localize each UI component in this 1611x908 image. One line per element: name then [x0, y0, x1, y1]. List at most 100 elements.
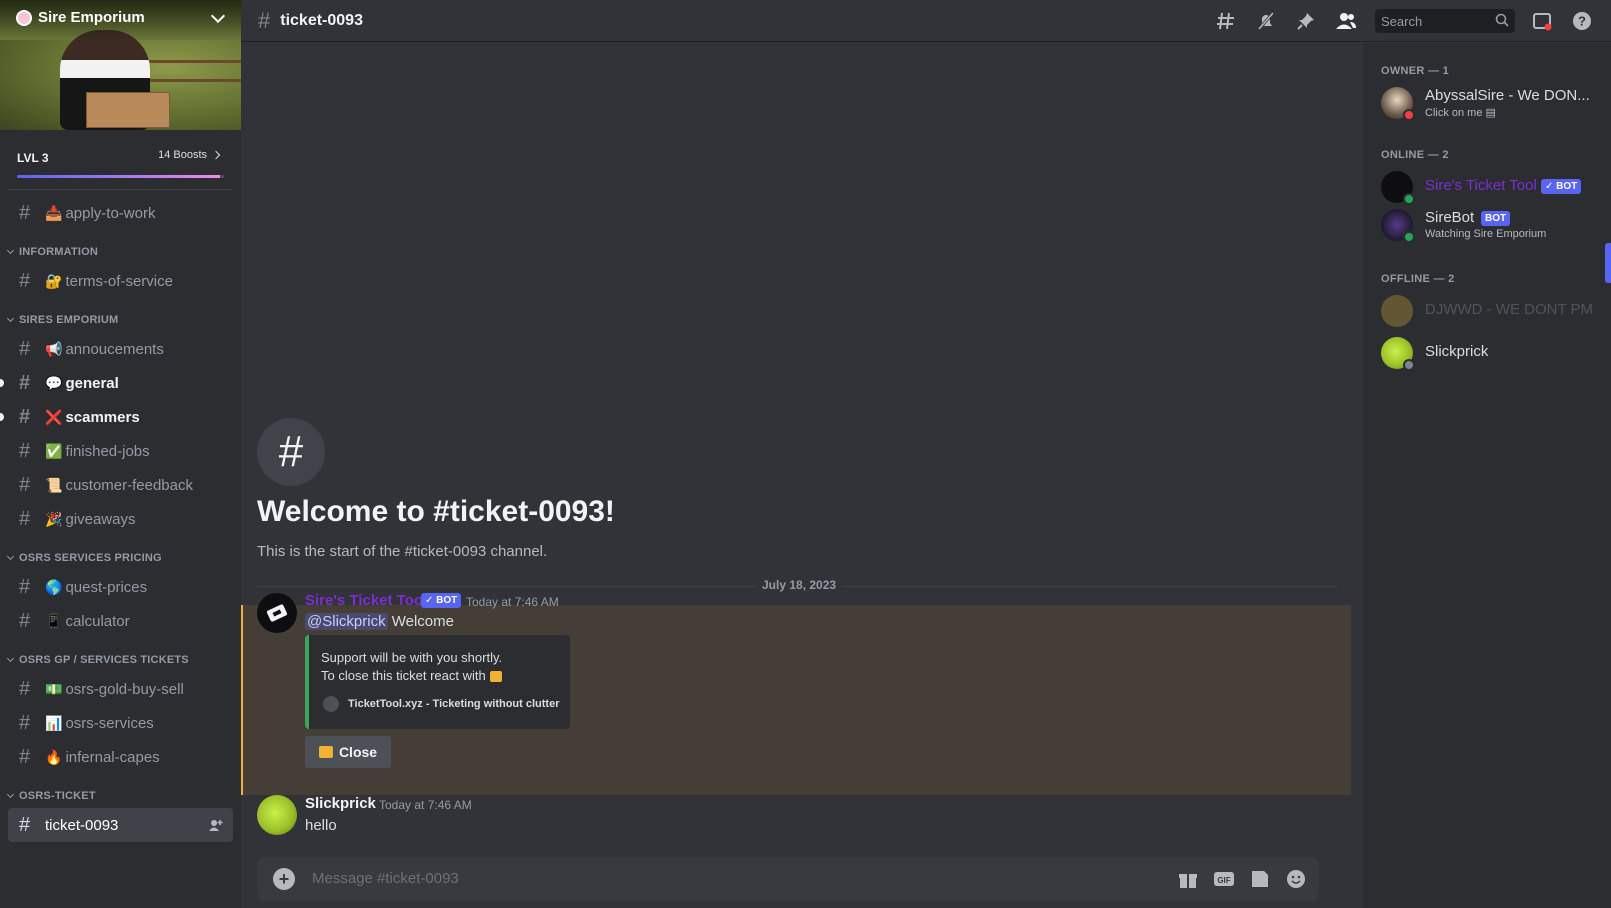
emoji-icon[interactable]	[1285, 868, 1307, 890]
banner-box	[86, 92, 170, 128]
category-header[interactable]: OSRS SERVICES PRICING	[0, 546, 241, 570]
user-mention[interactable]: @Slickprick	[305, 613, 388, 630]
bot-tag: ✓ BOT	[421, 593, 462, 608]
category-header[interactable]: SIRES EMPORIUM	[0, 308, 241, 332]
chevron-down-icon	[6, 654, 15, 663]
channel-item-scammers[interactable]: # ❌ scammers	[0, 400, 233, 434]
channel-label: osrs-services	[65, 714, 154, 732]
embed-footer-text: TicketTool.xyz - Ticketing without clutt…	[348, 698, 560, 710]
channel-item-giveaways[interactable]: # 🎉 giveaways	[8, 502, 233, 536]
channel-item-infernal-capes[interactable]: # 🔥 infernal-capes	[8, 740, 233, 774]
add-user-icon[interactable]	[209, 818, 223, 831]
header-toolbar: Search ?	[1215, 0, 1611, 42]
message-timestamp: Today at 7:46 AM	[379, 798, 472, 812]
lock-icon	[489, 671, 502, 682]
embed-line-with-lock: To close this ticket react with	[321, 667, 556, 685]
category-label: OSRS-TICKET	[19, 790, 96, 802]
channel-label: general	[65, 374, 119, 392]
member-item[interactable]: Sire's Ticket Tool ✓ BOT	[1381, 171, 1601, 213]
channel-hash-icon: #	[19, 575, 31, 598]
channel-hash-icon: #	[19, 269, 31, 292]
channel-item-osrs-services[interactable]: # 📊 osrs-services	[8, 706, 233, 740]
message-author[interactable]: Sire's Ticket Tool	[305, 592, 427, 609]
avatar[interactable]	[257, 593, 297, 633]
channel-item-terms-of-service[interactable]: # 🔐 terms-of-service	[8, 264, 233, 298]
category-label: INFORMATION	[19, 246, 98, 258]
help-icon[interactable]: ?	[1571, 10, 1593, 32]
channel-emoji-icon: 📜	[45, 476, 63, 493]
channel-hash-icon: #	[19, 609, 31, 632]
category-header[interactable]: OSRS GP / SERVICES TICKETS	[0, 648, 241, 672]
channel-item-calculator[interactable]: # 📱 calculator	[8, 604, 233, 638]
category-label: SIRES EMPORIUM	[19, 314, 119, 326]
chevron-down-icon	[6, 552, 15, 561]
embed-line: To close this ticket react with	[321, 668, 486, 683]
member-group-offline: OFFLINE — 2	[1381, 273, 1455, 285]
channel-hash-icon: #	[19, 439, 31, 462]
server-name-header[interactable]: Sire Emporium	[16, 9, 145, 26]
channel-item-finished-jobs[interactable]: # ✅ finished-jobs	[8, 434, 233, 468]
scroll-indicator[interactable]	[1605, 243, 1611, 283]
note-icon: ▤	[1485, 107, 1496, 119]
gift-icon[interactable]	[1177, 868, 1199, 890]
channel-hash-icon: #	[19, 507, 31, 530]
member-item[interactable]: SireBot BOT Watching Sire Emporium	[1381, 209, 1601, 251]
member-name: DJWWD - WE DONT PM	[1425, 301, 1594, 318]
add-attachment-icon[interactable]: +	[273, 868, 295, 890]
member-activity: Watching Sire Emporium	[1425, 228, 1547, 240]
member-list: OWNER — 1 AbyssalSire - We DON... Click …	[1363, 43, 1611, 908]
channel-label: terms-of-service	[65, 272, 173, 290]
sticker-icon[interactable]	[1249, 868, 1271, 890]
message-composer[interactable]: + Message #ticket-0093 GIF	[257, 857, 1319, 901]
channel-label: quest-prices	[65, 578, 148, 596]
channel-emoji-icon: 📢	[45, 340, 63, 357]
channel-hash-icon: #	[19, 337, 31, 360]
channel-label: giveaways	[65, 510, 136, 528]
date-divider-label: July 18, 2023	[756, 578, 843, 592]
chevron-right-icon	[211, 150, 221, 160]
member-name: Sire's Ticket Tool	[1425, 177, 1537, 194]
member-list-icon[interactable]	[1335, 10, 1357, 32]
gif-icon[interactable]: GIF	[1213, 868, 1235, 890]
message-author[interactable]: Slickprick	[305, 795, 376, 812]
bot-tag: BOT	[1481, 211, 1511, 226]
channel-item-ticket-0093[interactable]: # ticket-0093	[8, 808, 233, 842]
message-embed: Support will be with you shortly. To clo…	[305, 635, 570, 729]
channel-emoji-icon: ✅	[45, 442, 63, 459]
search-input[interactable]: Search	[1375, 9, 1515, 33]
member-item[interactable]: Slickprick	[1381, 337, 1601, 379]
channel-label: calculator	[65, 612, 130, 630]
server-banner[interactable]: Sire Emporium	[0, 0, 241, 130]
server-level: LVL 3	[17, 151, 49, 165]
inbox-icon[interactable]	[1531, 10, 1553, 32]
embed-footer: TicketTool.xyz - Ticketing without clutt…	[323, 695, 559, 713]
pin-icon[interactable]	[1295, 10, 1317, 32]
channel-item-osrs-gold-buy-sell[interactable]: # 💵 osrs-gold-buy-sell	[8, 672, 233, 706]
member-item[interactable]: AbyssalSire - We DON... Click on me ▤	[1381, 87, 1601, 129]
category-header[interactable]: INFORMATION	[0, 240, 241, 264]
channel-emoji-icon: 📱	[45, 612, 63, 629]
channel-label: ticket-0093	[45, 816, 119, 834]
member-item[interactable]: DJWWD - WE DONT PM	[1381, 295, 1601, 337]
close-ticket-button[interactable]: Close	[305, 736, 391, 768]
channel-item-annoucements[interactable]: # 📢 annoucements	[8, 332, 233, 366]
mute-bell-icon[interactable]	[1255, 10, 1277, 32]
channel-item-quest-prices[interactable]: # 🌎 quest-prices	[8, 570, 233, 604]
channel-header: # ticket-0093 Search ?	[241, 0, 1611, 42]
channel-hash-icon: #	[258, 7, 271, 33]
boost-progress[interactable]: LVL 3 14 Boosts	[0, 130, 241, 190]
channel-item-customer-feedback[interactable]: # 📜 customer-feedback	[8, 468, 233, 502]
category-header[interactable]: OSRS-TICKET	[0, 784, 241, 808]
boost-count[interactable]: 14 Boosts	[158, 149, 221, 161]
avatar[interactable]	[257, 795, 297, 835]
channel-label: customer-feedback	[65, 476, 193, 494]
server-badge-icon	[16, 9, 32, 26]
welcome-title: Welcome to #ticket-0093!	[257, 495, 615, 528]
threads-icon[interactable]	[1215, 10, 1237, 32]
channel-hash-icon: #	[19, 473, 31, 496]
member-group-owner: OWNER — 1	[1381, 65, 1450, 77]
channel-label: infernal-capes	[65, 748, 160, 766]
channel-item-apply-to-work[interactable]: # 📥 apply-to-work	[8, 196, 233, 230]
channel-item-general[interactable]: # 💬 general	[0, 366, 233, 400]
channel-sidebar: Sire Emporium LVL 3 14 Boosts # 📥 apply-to…	[0, 0, 241, 908]
